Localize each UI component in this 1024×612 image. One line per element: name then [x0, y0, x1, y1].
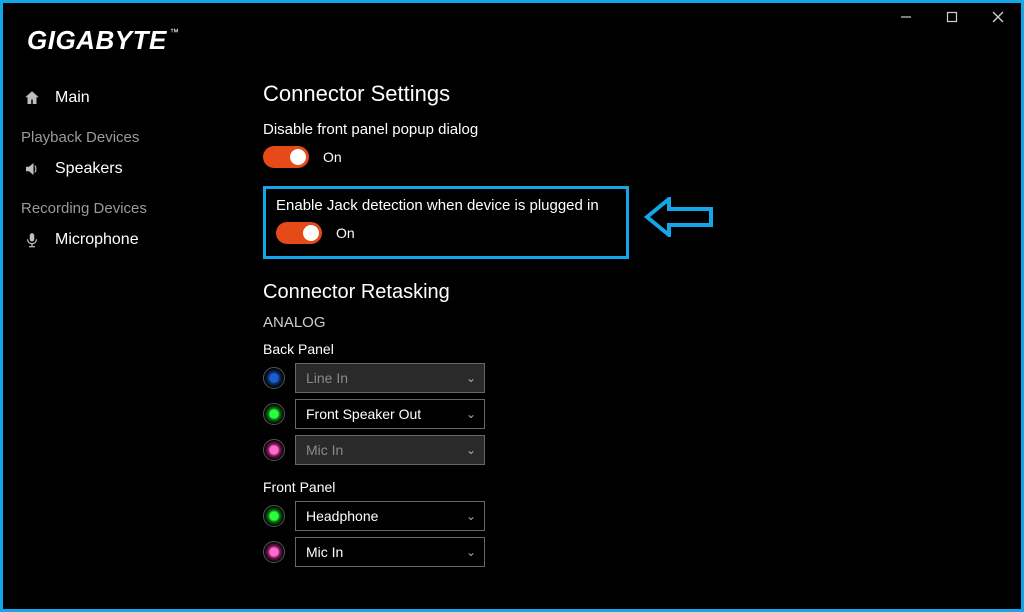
- sidebar-section-recording: Recording Devices: [13, 186, 233, 223]
- sidebar-speakers-label: Speakers: [55, 160, 123, 178]
- connector-retasking-title: Connector Retasking: [263, 281, 1001, 304]
- sidebar-microphone-label: Microphone: [55, 231, 139, 249]
- sidebar: Main Playback Devices Speakers Recording…: [13, 81, 233, 257]
- home-icon: [21, 89, 43, 107]
- dropdown-value: Mic In: [306, 442, 343, 458]
- maximize-icon: [946, 11, 958, 23]
- jack-detect-state: On: [336, 225, 355, 241]
- disable-popup-state: On: [323, 149, 342, 165]
- jack-row-back-0: Line In ⌄: [263, 363, 1001, 393]
- dropdown-value: Mic In: [306, 544, 343, 560]
- chevron-down-icon: ⌄: [466, 407, 476, 421]
- brand-tm: ™: [170, 27, 180, 37]
- back-panel-label: Back Panel: [263, 341, 1001, 357]
- setting-disable-popup: Disable front panel popup dialog On: [263, 121, 1001, 168]
- chevron-down-icon: ⌄: [466, 509, 476, 523]
- annotation-arrow: [643, 197, 713, 237]
- front-panel-label: Front Panel: [263, 479, 1001, 495]
- window-controls: [883, 3, 1021, 35]
- jack-dot-pink: [263, 541, 285, 563]
- dropdown-value: Line In: [306, 370, 348, 386]
- jack-row-front-0: Headphone ⌄: [263, 501, 1001, 531]
- jack-dot-blue: [263, 367, 285, 389]
- connector-settings-title: Connector Settings: [263, 81, 1001, 107]
- brand-text: GIGABYTE: [27, 25, 167, 56]
- dropdown-back-front-speaker[interactable]: Front Speaker Out ⌄: [295, 399, 485, 429]
- dropdown-front-mic-in[interactable]: Mic In ⌄: [295, 537, 485, 567]
- sidebar-item-microphone[interactable]: Microphone: [13, 223, 233, 257]
- close-button[interactable]: [975, 3, 1021, 31]
- jack-detect-toggle-row: On: [276, 222, 616, 244]
- brand-logo: GIGABYTE ™: [27, 25, 179, 56]
- close-icon: [992, 11, 1004, 23]
- jack-dot-green: [263, 403, 285, 425]
- disable-popup-toggle-row: On: [263, 146, 1001, 168]
- chevron-down-icon: ⌄: [466, 545, 476, 559]
- minimize-button[interactable]: [883, 3, 929, 31]
- toggle-knob: [290, 149, 306, 165]
- disable-popup-label: Disable front panel popup dialog: [263, 121, 1001, 138]
- main-content: Connector Settings Disable front panel p…: [263, 81, 1001, 573]
- front-panel-list: Headphone ⌄ Mic In ⌄: [263, 501, 1001, 567]
- dropdown-back-line-in: Line In ⌄: [295, 363, 485, 393]
- sidebar-item-speakers[interactable]: Speakers: [13, 152, 233, 186]
- jack-row-back-2: Mic In ⌄: [263, 435, 1001, 465]
- app-window: GIGABYTE ™ Main Playback Devices Speaker…: [0, 0, 1024, 612]
- chevron-down-icon: ⌄: [466, 443, 476, 457]
- sidebar-section-playback: Playback Devices: [13, 115, 233, 152]
- microphone-icon: [21, 231, 43, 249]
- sidebar-item-main[interactable]: Main: [13, 81, 233, 115]
- dropdown-value: Headphone: [306, 508, 378, 524]
- jack-detect-toggle[interactable]: [276, 222, 322, 244]
- highlighted-setting: Enable Jack detection when device is plu…: [263, 186, 629, 259]
- dropdown-back-mic-in: Mic In ⌄: [295, 435, 485, 465]
- jack-dot-pink: [263, 439, 285, 461]
- toggle-knob: [303, 225, 319, 241]
- jack-row-front-1: Mic In ⌄: [263, 537, 1001, 567]
- sidebar-main-label: Main: [55, 89, 90, 107]
- speaker-icon: [21, 160, 43, 178]
- maximize-button[interactable]: [929, 3, 975, 31]
- disable-popup-toggle[interactable]: [263, 146, 309, 168]
- chevron-down-icon: ⌄: [466, 371, 476, 385]
- jack-row-back-1: Front Speaker Out ⌄: [263, 399, 1001, 429]
- dropdown-front-headphone[interactable]: Headphone ⌄: [295, 501, 485, 531]
- back-panel-list: Line In ⌄ Front Speaker Out ⌄ Mic In ⌄: [263, 363, 1001, 465]
- analog-label: ANALOG: [263, 314, 1001, 331]
- jack-dot-green: [263, 505, 285, 527]
- minimize-icon: [900, 11, 912, 23]
- jack-detect-label: Enable Jack detection when device is plu…: [276, 197, 616, 214]
- dropdown-value: Front Speaker Out: [306, 406, 421, 422]
